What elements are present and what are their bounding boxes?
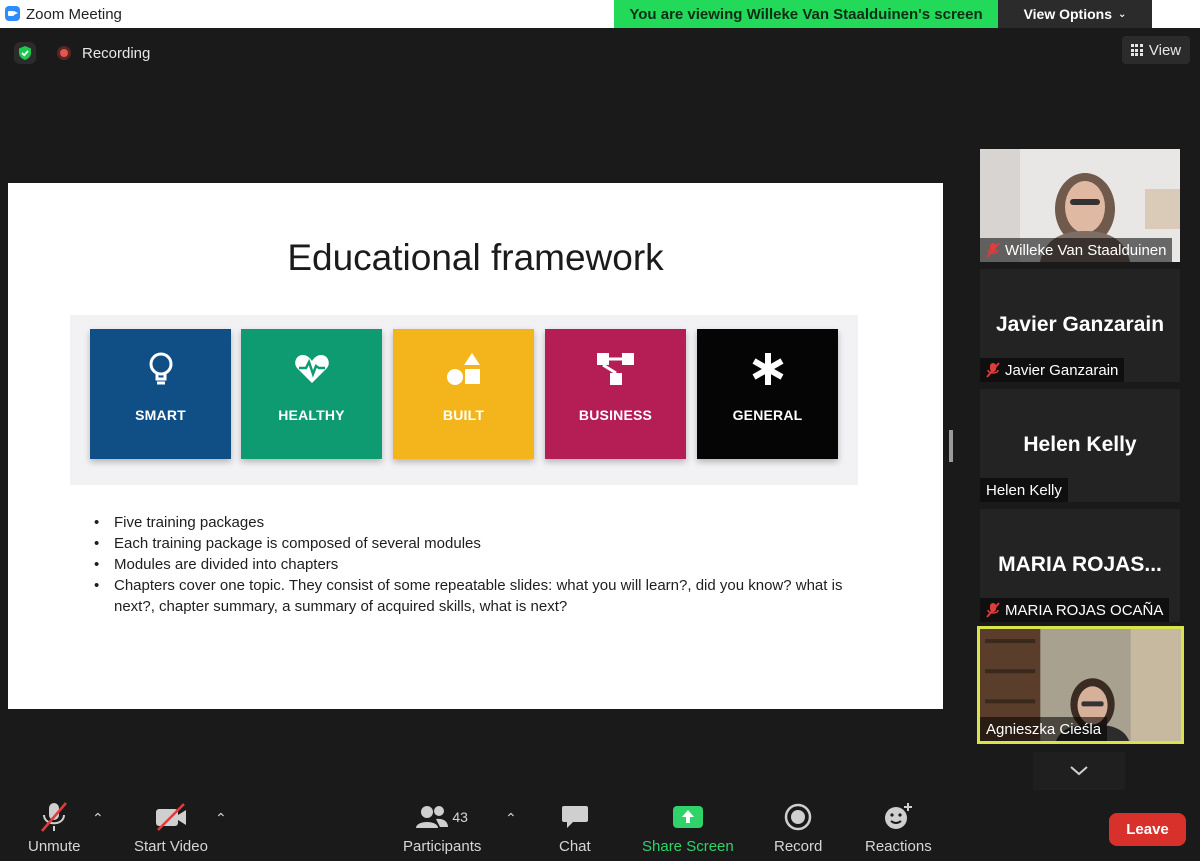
reactions-label: Reactions bbox=[865, 838, 932, 855]
unmute-label: Unmute bbox=[28, 838, 81, 855]
slide-bullet-list: Five training packages Each training pac… bbox=[94, 512, 854, 617]
security-shield-icon[interactable] bbox=[14, 42, 36, 64]
participant-display-name: Helen Kelly bbox=[1023, 433, 1137, 456]
reactions-button[interactable]: Reactions bbox=[865, 800, 932, 855]
participant-tile-javier[interactable]: Javier Ganzarain Javier Ganzarain bbox=[980, 269, 1180, 382]
shared-screen-slide: Educational framework SMART HEALTHY BUIL… bbox=[8, 183, 943, 709]
participant-name: Willeke Van Staalduinen bbox=[1005, 241, 1167, 259]
window-title: Zoom Meeting bbox=[26, 6, 122, 23]
card-built: BUILT bbox=[393, 329, 534, 459]
participant-name-tag: Agnieszka Cieśla bbox=[980, 717, 1108, 741]
lightbulb-icon bbox=[141, 349, 181, 389]
recording-label: Recording bbox=[82, 45, 151, 62]
view-options-button[interactable]: View Options ⌄ bbox=[998, 0, 1152, 28]
muted-mic-icon bbox=[986, 362, 1000, 378]
training-package-cards: SMART HEALTHY BUILT BUSINESS GENERAL bbox=[70, 315, 858, 485]
participant-tile-helen[interactable]: Helen Kelly Helen Kelly bbox=[980, 389, 1180, 502]
participant-display-name: Javier Ganzarain bbox=[995, 313, 1165, 336]
muted-mic-icon bbox=[39, 800, 69, 834]
chevron-down-icon: ⌄ bbox=[1118, 8, 1127, 20]
chat-icon bbox=[561, 800, 589, 834]
participant-name: Agnieszka Cieśla bbox=[986, 720, 1102, 738]
video-off-icon bbox=[154, 800, 188, 834]
leave-button[interactable]: Leave bbox=[1109, 813, 1186, 846]
view-button[interactable]: View bbox=[1122, 36, 1190, 64]
card-general: GENERAL bbox=[697, 329, 838, 459]
card-smart: SMART bbox=[90, 329, 231, 459]
participant-name-tag: MARIA ROJAS OCAÑA bbox=[980, 598, 1170, 622]
card-label: BUSINESS bbox=[578, 407, 653, 423]
record-button[interactable]: Record bbox=[774, 800, 822, 855]
record-label: Record bbox=[774, 838, 823, 855]
chat-button[interactable]: Chat bbox=[559, 800, 591, 855]
participants-label: Participants bbox=[403, 838, 482, 855]
bullet-item: Each training package is composed of sev… bbox=[94, 533, 854, 554]
muted-mic-icon bbox=[986, 602, 1000, 618]
participant-tile-agnieszka[interactable]: Agnieszka Cieśla bbox=[977, 626, 1184, 744]
bullet-item: Five training packages bbox=[94, 512, 854, 533]
view-options-label: View Options bbox=[1023, 6, 1113, 22]
chat-label: Chat bbox=[559, 838, 591, 855]
participant-name-tag: Javier Ganzarain bbox=[980, 358, 1125, 382]
card-label: SMART bbox=[135, 407, 186, 423]
scroll-participants-down-button[interactable] bbox=[1033, 752, 1125, 790]
participants-options-caret-icon[interactable]: ⌃ bbox=[505, 810, 517, 827]
video-options-caret-icon[interactable]: ⌃ bbox=[215, 810, 227, 827]
participants-button[interactable]: 43 Participants bbox=[403, 800, 481, 855]
start-video-button[interactable]: Start Video bbox=[134, 800, 208, 855]
org-chart-icon bbox=[596, 349, 636, 389]
share-screen-label: Share Screen bbox=[642, 838, 734, 855]
participant-name-tag: Willeke Van Staalduinen bbox=[980, 238, 1173, 262]
panel-resize-handle[interactable] bbox=[949, 430, 953, 462]
chevron-down-icon bbox=[1070, 766, 1088, 776]
slide-title: Educational framework bbox=[287, 237, 664, 278]
heart-pulse-icon bbox=[292, 349, 332, 389]
audio-options-caret-icon[interactable]: ⌃ bbox=[92, 810, 104, 827]
participants-icon bbox=[416, 806, 449, 828]
share-screen-icon bbox=[672, 800, 704, 834]
participant-tile-maria[interactable]: MARIA ROJAS... MARIA ROJAS OCAÑA bbox=[980, 509, 1180, 622]
unmute-button[interactable]: Unmute bbox=[28, 800, 81, 855]
participant-display-name: MARIA ROJAS... bbox=[998, 553, 1162, 576]
participant-name: Javier Ganzarain bbox=[1005, 361, 1119, 379]
zoom-app-icon bbox=[5, 6, 20, 21]
participants-count: 43 bbox=[452, 809, 468, 825]
view-label: View bbox=[1148, 41, 1182, 59]
card-label: BUILT bbox=[442, 407, 485, 423]
participant-name-tag: Helen Kelly bbox=[980, 478, 1068, 502]
participants-icon-row: 43 bbox=[416, 800, 468, 834]
record-icon bbox=[784, 800, 812, 834]
start-video-label: Start Video bbox=[134, 838, 208, 855]
card-healthy: HEALTHY bbox=[241, 329, 382, 459]
meeting-toolbar: Unmute ⌃ Start Video ⌃ 43 Participants ⌃… bbox=[0, 790, 1200, 861]
card-label: GENERAL bbox=[732, 407, 803, 423]
muted-mic-icon bbox=[986, 242, 1000, 258]
bullet-item: Modules are divided into chapters bbox=[94, 554, 854, 575]
bullet-item: Chapters cover one topic. They consist o… bbox=[94, 575, 854, 617]
share-screen-button[interactable]: Share Screen bbox=[642, 800, 734, 855]
card-business: BUSINESS bbox=[545, 329, 686, 459]
participant-tile-willeke[interactable]: Willeke Van Staalduinen bbox=[980, 149, 1180, 262]
asterisk-icon bbox=[748, 349, 788, 389]
participant-name: Helen Kelly bbox=[986, 481, 1062, 499]
recording-icon bbox=[57, 46, 71, 60]
grid-view-icon bbox=[1130, 44, 1143, 56]
reactions-smiley-icon bbox=[883, 800, 913, 834]
participant-name: MARIA ROJAS OCAÑA bbox=[1005, 601, 1164, 619]
viewing-screen-banner: You are viewing Willeke Van Staalduinen'… bbox=[614, 0, 998, 28]
card-label: HEALTHY bbox=[278, 407, 345, 423]
shapes-icon bbox=[444, 349, 484, 389]
